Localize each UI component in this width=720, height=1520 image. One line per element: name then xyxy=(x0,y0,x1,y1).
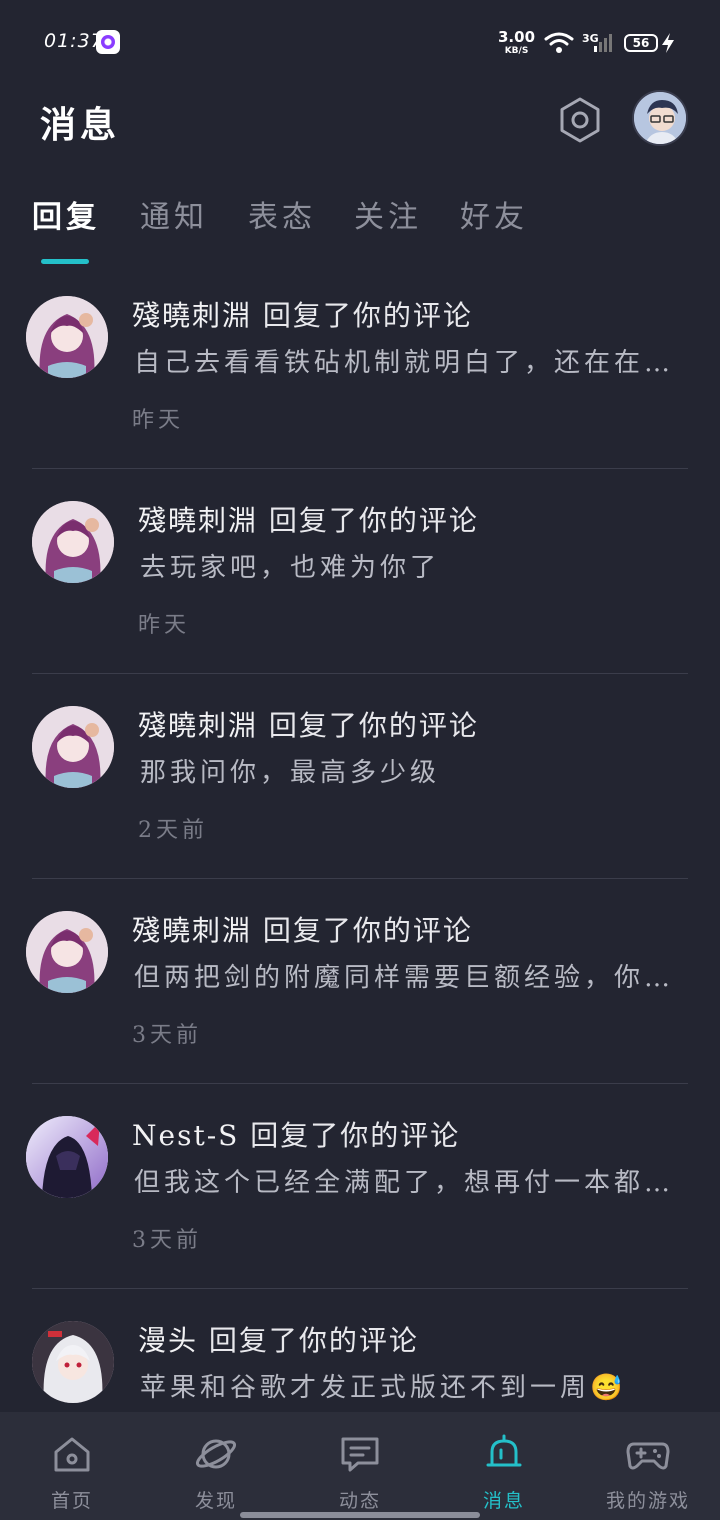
message-action: 回复了你的评论 xyxy=(262,914,473,947)
message-time: 昨天 xyxy=(138,613,191,638)
avatar[interactable] xyxy=(26,911,108,993)
message-time: 3天前 xyxy=(132,1023,202,1048)
nav-label: 发现 xyxy=(194,1490,237,1512)
network-speed-unit: KB/S xyxy=(504,46,529,56)
divider xyxy=(32,1288,688,1289)
message-title: 殘曉刺淵 回复了你的评论 xyxy=(132,909,473,949)
bottom-nav: 首页 发现 动态 消息 我的游戏 xyxy=(0,1412,720,1520)
message-list: 殘曉刺淵 回复了你的评论 自己去看看铁砧机制就明白了，还在在意这个吗 昨天 殘曉… xyxy=(0,282,720,1512)
message-time: 昨天 xyxy=(132,408,185,433)
list-item[interactable]: 殘曉刺淵 回复了你的评论 自己去看看铁砧机制就明白了，还在在意这个吗 昨天 xyxy=(0,282,720,487)
status-bar: 01:37 3.00 KB/S 3G 56 xyxy=(0,0,720,86)
tab-friends[interactable]: 好友 xyxy=(460,192,528,236)
message-title: 殘曉刺淵 回复了你的评论 xyxy=(138,704,479,744)
message-preview: 但我这个已经全满配了，想再付一本都不行 xyxy=(134,1168,674,1198)
nav-label: 动态 xyxy=(338,1490,381,1512)
status-time: 01:37 xyxy=(44,30,104,52)
network-speed: 3.00 KB/S xyxy=(498,30,535,56)
home-indicator[interactable] xyxy=(240,1512,480,1518)
message-time: 3天前 xyxy=(132,1228,202,1253)
tab-reactions[interactable]: 表态 xyxy=(248,192,316,236)
user-avatar[interactable] xyxy=(632,90,688,146)
message-title: 漫头 回复了你的评论 xyxy=(138,1319,419,1359)
settings-icon[interactable] xyxy=(556,96,604,144)
sender-name[interactable]: 殘曉刺淵 xyxy=(132,299,252,332)
message-title: 殘曉刺淵 回复了你的评论 xyxy=(138,499,479,539)
sender-name[interactable]: Nest-S xyxy=(132,1119,239,1152)
message-preview: 去玩家吧，也难为你了 xyxy=(140,553,441,583)
divider xyxy=(32,878,688,879)
message-preview: 苹果和谷歌才发正式版还不到一周😅 xyxy=(140,1373,627,1403)
message-action: 回复了你的评论 xyxy=(250,1119,461,1152)
message-action: 回复了你的评论 xyxy=(208,1324,419,1357)
nav-feed[interactable]: 动态 xyxy=(288,1412,432,1520)
sender-name[interactable]: 漫头 xyxy=(138,1324,198,1357)
message-title: Nest-S 回复了你的评论 xyxy=(132,1114,460,1154)
planet-icon xyxy=(195,1439,237,1469)
divider xyxy=(32,673,688,674)
chat-bubble-icon xyxy=(341,1437,379,1472)
list-item[interactable]: 殘曉刺淵 回复了你的评论 去玩家吧，也难为你了 昨天 xyxy=(0,487,720,692)
bell-icon xyxy=(486,1434,522,1467)
nav-label: 消息 xyxy=(482,1490,525,1512)
page-title: 消息 xyxy=(40,104,121,146)
home-icon xyxy=(54,1437,90,1472)
app-notification-icon xyxy=(96,30,120,54)
nav-label: 首页 xyxy=(50,1490,93,1512)
nav-label: 我的游戏 xyxy=(605,1490,690,1512)
message-tabs: 回复 通知 表态 关注 好友 xyxy=(32,192,672,264)
message-title: 殘曉刺淵 回复了你的评论 xyxy=(132,294,473,334)
charging-icon xyxy=(662,33,674,53)
divider xyxy=(32,1083,688,1084)
message-time: 2天前 xyxy=(138,818,208,843)
tab-replies[interactable]: 回复 xyxy=(32,192,100,236)
avatar[interactable] xyxy=(26,296,108,378)
divider xyxy=(32,468,688,469)
network-speed-value: 3.00 xyxy=(498,28,536,46)
signal-icon xyxy=(594,34,612,52)
active-tab-indicator xyxy=(41,259,89,264)
battery-indicator: 56 xyxy=(624,34,658,52)
sender-name[interactable]: 殘曉刺淵 xyxy=(138,709,258,742)
sender-name[interactable]: 殘曉刺淵 xyxy=(138,504,258,537)
list-item[interactable]: 殘曉刺淵 回复了你的评论 但两把剑的附魔同样需要巨额经验，你知道吗 3天前 xyxy=(0,897,720,1102)
wifi-icon xyxy=(544,32,574,53)
sender-name[interactable]: 殘曉刺淵 xyxy=(132,914,252,947)
nav-discover[interactable]: 发现 xyxy=(144,1412,288,1520)
tab-notifications[interactable]: 通知 xyxy=(140,192,208,236)
tab-follows[interactable]: 关注 xyxy=(354,192,422,236)
message-preview: 那我问你，最高多少级 xyxy=(140,758,441,788)
message-action: 回复了你的评论 xyxy=(262,299,473,332)
list-item[interactable]: Nest-S 回复了你的评论 但我这个已经全满配了，想再付一本都不行 3天前 xyxy=(0,1102,720,1307)
message-action: 回复了你的评论 xyxy=(268,504,479,537)
avatar[interactable] xyxy=(26,1116,108,1198)
nav-home[interactable]: 首页 xyxy=(0,1412,144,1520)
nav-my-games[interactable]: 我的游戏 xyxy=(576,1412,720,1520)
nav-messages[interactable]: 消息 xyxy=(432,1412,576,1520)
message-action: 回复了你的评论 xyxy=(268,709,479,742)
gamepad-icon xyxy=(626,1442,670,1470)
avatar[interactable] xyxy=(32,501,114,583)
list-item[interactable]: 殘曉刺淵 回复了你的评论 那我问你，最高多少级 2天前 xyxy=(0,692,720,897)
message-preview: 自己去看看铁砧机制就明白了，还在在意这个吗 xyxy=(134,348,674,378)
avatar[interactable] xyxy=(32,706,114,788)
message-preview: 但两把剑的附魔同样需要巨额经验，你知道吗 xyxy=(134,963,674,993)
avatar[interactable] xyxy=(32,1321,114,1403)
messages-screen: 01:37 3.00 KB/S 3G 56 消息 回复 通知 表态 关注 好友 … xyxy=(0,0,720,1520)
